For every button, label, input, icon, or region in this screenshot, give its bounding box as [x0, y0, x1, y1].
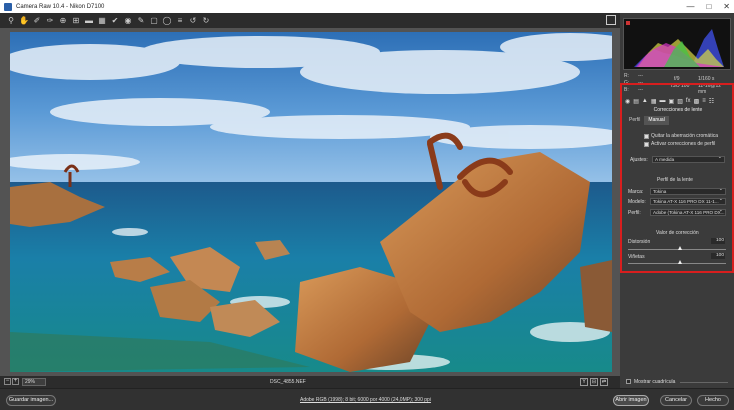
- marca-label: Marca:: [628, 189, 644, 195]
- open-image-button[interactable]: Abrir imagen: [613, 395, 649, 406]
- r-value: ---: [638, 73, 643, 79]
- distorsion-slider-thumb[interactable]: [678, 246, 682, 250]
- r-label: R:: [624, 73, 629, 79]
- effects-icon[interactable]: fx: [686, 98, 691, 104]
- crop-icon[interactable]: ⊞: [71, 16, 81, 26]
- filename: DSC_4855.NEF: [270, 379, 306, 385]
- histogram: [623, 18, 731, 70]
- fullscreen-toggle-icon[interactable]: [606, 15, 616, 25]
- distorsion-value[interactable]: 100: [711, 238, 725, 244]
- hand-icon[interactable]: ✋: [19, 16, 29, 26]
- zoom-out-button[interactable]: −: [4, 378, 11, 385]
- workflow-options-link[interactable]: Adobe RGB (1998); 8 bit; 6000 por 4000 (…: [300, 397, 431, 403]
- window-title: Camera Raw 10.4 - Nikon D7100: [16, 3, 105, 10]
- preview-canvas: [0, 28, 620, 376]
- photo-preview[interactable]: [10, 32, 612, 372]
- transform-panel-icon[interactable]: ▧: [677, 98, 683, 105]
- panel-title: Correcciones de lente: [653, 107, 703, 113]
- marca-select[interactable]: Tokina: [650, 188, 726, 195]
- status-bar: − + 29% DSC_4855.NEF Y ⊟ ⇄: [0, 376, 620, 388]
- bottom-bar: Guardar imagen... Adobe RGB (1998); 8 bi…: [0, 388, 734, 410]
- before-after-y-button[interactable]: Y: [580, 378, 588, 386]
- adjustment-brush-icon[interactable]: ✎: [136, 16, 146, 26]
- straighten-icon[interactable]: ▬: [84, 16, 94, 26]
- detail-icon[interactable]: ▲: [642, 98, 648, 104]
- radial-filter-icon[interactable]: ◯: [162, 16, 172, 26]
- window-controls: — □ ✕: [686, 0, 730, 13]
- ajustes-select[interactable]: A medida: [652, 156, 725, 163]
- camera-calibration-icon[interactable]: ▩: [694, 98, 700, 105]
- perfil-label: Perfil:: [628, 210, 641, 216]
- rotate-right-icon[interactable]: ↻: [201, 16, 211, 26]
- minimize-button[interactable]: —: [686, 2, 694, 11]
- ajustes-label: Ajustes:: [630, 157, 648, 163]
- cancel-button[interactable]: Cancelar: [660, 395, 692, 406]
- tool-bar: ⚲ ✋ ✐ ✑ ⊕ ⊞ ▬ ▦ ✔ ◉ ✎ ▢ ◯ ≡ ↺ ↻: [0, 13, 620, 28]
- presets-icon[interactable]: ≡: [702, 98, 706, 104]
- lens-corrections-panel-highlight: ◉ ▤ ▲ ▦ ▬ ▣ ▧ fx ▩ ≡ ☷ Correcciones de l…: [620, 83, 734, 273]
- show-grid-label: Mostrar cuadrícula: [634, 379, 676, 385]
- vinetas-label: Viñetas: [628, 254, 645, 260]
- aperture-value: f/9: [674, 76, 680, 82]
- tone-curve-icon[interactable]: ▤: [633, 98, 639, 105]
- close-button[interactable]: ✕: [723, 2, 730, 11]
- transform-icon[interactable]: ▦: [97, 16, 107, 26]
- grid-size-slider[interactable]: [680, 382, 728, 383]
- show-grid-checkbox[interactable]: [626, 379, 631, 384]
- preferences-icon[interactable]: ≡: [175, 16, 185, 26]
- correction-title: Valor de corrección: [656, 230, 699, 236]
- distorsion-label: Distorsión: [628, 239, 651, 245]
- hsl-icon[interactable]: ▦: [651, 98, 657, 105]
- window-titlebar: Camera Raw 10.4 - Nikon D7100 — □ ✕: [0, 0, 734, 13]
- profile-manual-tabs: Perfil Manual: [625, 116, 729, 125]
- split-toning-icon[interactable]: ▬: [660, 98, 666, 104]
- perfil-select[interactable]: Adobe (Tokina AT-X 116 PRO DX...: [650, 209, 726, 216]
- white-balance-icon[interactable]: ✐: [32, 16, 42, 26]
- swap-settings-button[interactable]: ⇄: [600, 378, 608, 386]
- rotate-left-icon[interactable]: ↺: [188, 16, 198, 26]
- zoom-in-button[interactable]: +: [12, 378, 19, 385]
- vinetas-value[interactable]: 100: [711, 253, 725, 259]
- tab-manual[interactable]: Manual: [644, 116, 669, 125]
- target-adjust-icon[interactable]: ⊕: [58, 16, 68, 26]
- modelo-select[interactable]: Tokina AT-X 116 PRO DX 11-1...: [650, 198, 726, 205]
- lens-corrections-icon[interactable]: ▣: [669, 98, 675, 105]
- graduated-filter-icon[interactable]: ▢: [149, 16, 159, 26]
- lens-profile-title: Perfil de la lente: [657, 177, 693, 183]
- camera-raw-logo-icon: [4, 2, 12, 11]
- enable-profile-checkbox[interactable]: [644, 142, 649, 147]
- right-panel-footer: Mostrar cuadrícula: [620, 376, 734, 388]
- basic-panel-icon[interactable]: ◉: [625, 98, 630, 105]
- before-after-toggle-button[interactable]: ⊟: [590, 378, 598, 386]
- color-sampler-icon[interactable]: ✑: [45, 16, 55, 26]
- spot-removal-icon[interactable]: ✔: [110, 16, 120, 26]
- vinetas-slider-track[interactable]: [628, 263, 726, 264]
- zoom-level-select[interactable]: 29%: [22, 378, 46, 386]
- snapshots-icon[interactable]: ☷: [709, 98, 714, 105]
- panel-tabs-row: ◉ ▤ ▲ ▦ ▬ ▣ ▧ fx ▩ ≡ ☷: [625, 97, 729, 105]
- done-button[interactable]: Hecho: [697, 395, 729, 406]
- tab-profile[interactable]: Perfil: [625, 116, 644, 125]
- right-panel: R: G: B: --- --- --- f/9 1/160 s ISO 100…: [620, 13, 734, 376]
- distorsion-slider-track[interactable]: [628, 249, 726, 250]
- shutter-value: 1/160 s: [698, 76, 715, 82]
- maximize-button[interactable]: □: [706, 2, 711, 11]
- modelo-label: Modelo:: [628, 199, 646, 205]
- enable-profile-label: Activar correcciones de perfil: [651, 141, 716, 147]
- save-image-button[interactable]: Guardar imagen...: [6, 395, 56, 406]
- zoom-icon[interactable]: ⚲: [6, 16, 16, 26]
- remove-ca-checkbox[interactable]: [644, 134, 649, 139]
- vinetas-slider-thumb[interactable]: [678, 260, 682, 264]
- remove-ca-label: Quitar la aberración cromática: [651, 133, 718, 139]
- red-eye-icon[interactable]: ◉: [123, 16, 133, 26]
